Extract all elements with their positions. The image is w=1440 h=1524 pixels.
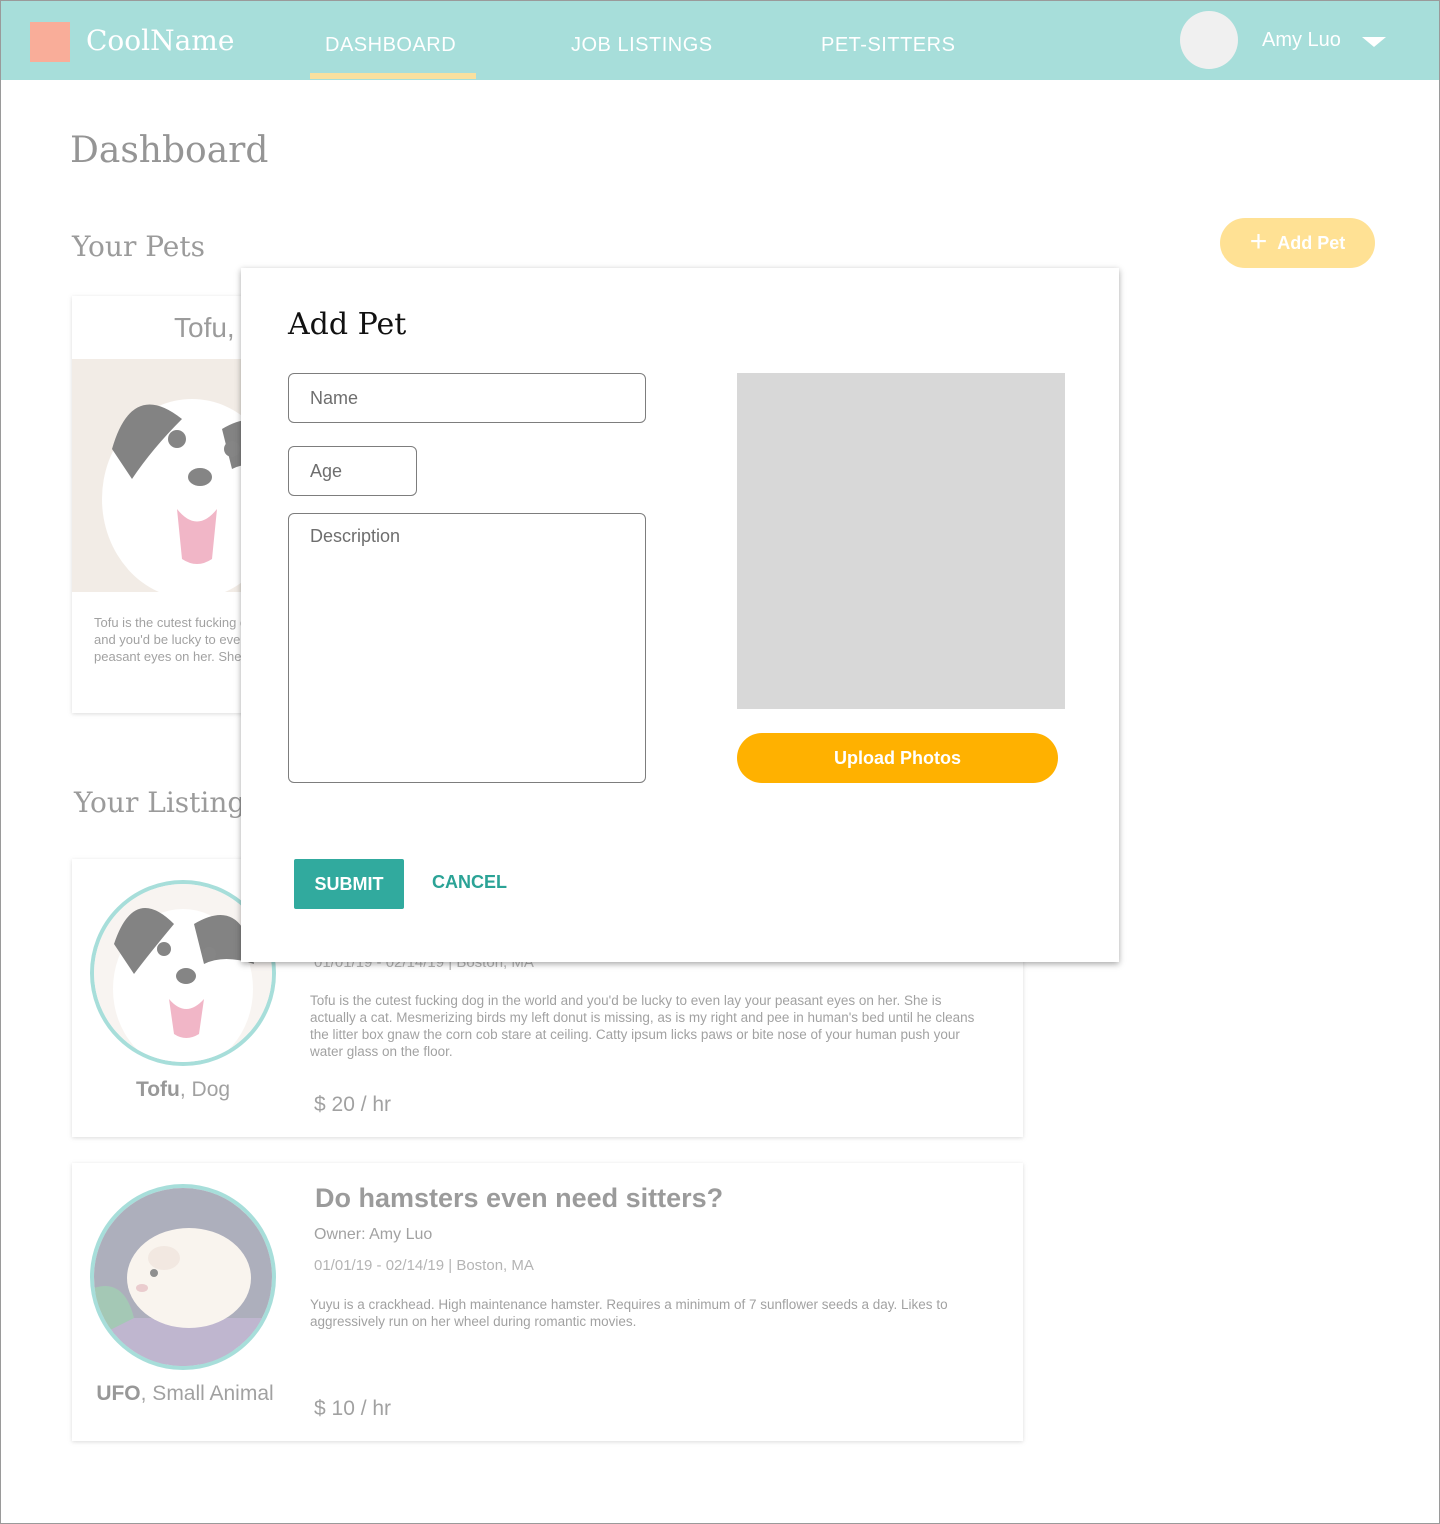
submit-button[interactable]: SUBMIT	[294, 859, 404, 909]
photo-preview-placeholder	[737, 373, 1065, 709]
modal-title: Add Pet	[288, 307, 407, 342]
pet-age-input[interactable]	[288, 446, 417, 496]
upload-photos-button[interactable]: Upload Photos	[737, 733, 1058, 783]
pet-description-input[interactable]	[288, 513, 646, 783]
cancel-button[interactable]: CANCEL	[432, 872, 507, 893]
add-pet-modal: Add Pet Upload Photos SUBMIT CANCEL	[241, 268, 1119, 962]
pet-name-input[interactable]	[288, 373, 646, 423]
